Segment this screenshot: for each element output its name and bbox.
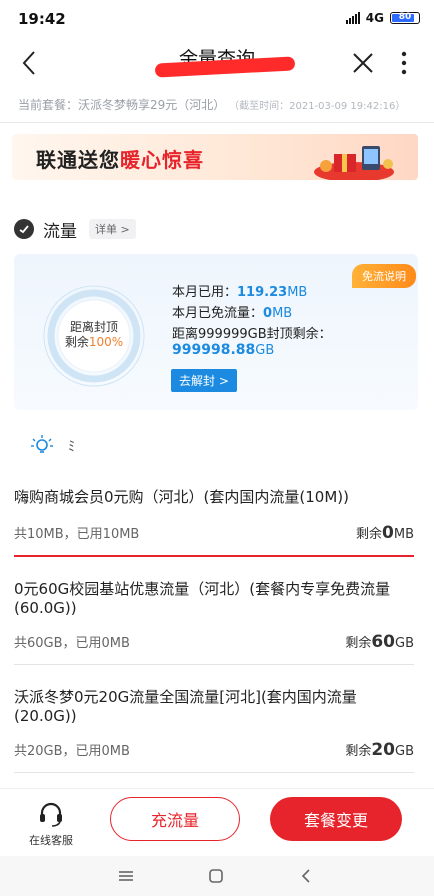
status-time: 19:42 [18,10,66,28]
item-remaining: 剩余20GB [345,740,414,760]
item-remaining: 剩余60GB [345,632,414,652]
back-nav-icon[interactable] [296,866,316,886]
headset-icon [40,802,62,827]
list-item: 嗨购商城会员0元购（河北）(套内国内流量(10M)) 共10MB，已用10MB … [14,488,414,557]
lightbulb-icon [31,435,53,453]
more-icon[interactable] [392,48,416,78]
system-nav-bar [0,856,434,896]
flow-title: 流量 [43,221,77,242]
promo-banner[interactable]: 联通送您暖心惊喜 [12,134,418,180]
gift-illustration [314,146,394,180]
status-bar: 19:42 4G 80 [0,0,434,38]
banner-text-b: 暖心惊喜 [120,148,204,172]
cap-value: 999998.88 [172,342,256,358]
banner-text-a: 联通送您 [36,148,120,172]
free-unit: MB [272,306,293,321]
used-value: 119.23 [237,285,288,300]
ring-label: 距离封顶 剩余100% [42,320,146,350]
free-label: 本月已免流量： [172,306,264,321]
menu-icon[interactable] [116,866,136,886]
divider [0,122,434,123]
free-value: 0 [263,306,273,321]
bottom-action-bar: 在线客服 充流量 套餐变更 [0,788,434,855]
list-item: 0元60G校园基站优惠流量（河北）(套餐内专享免费流量(60.0G)) 共60G… [14,580,414,665]
detail-link[interactable]: 详单 > [89,219,136,239]
flow-stats: 本月已用：119.23MB 本月已免流量：0MB 距离999999GB封顶剩余：… [172,282,332,361]
item-divider [14,772,414,773]
flow-header: 流量 详单 > [14,216,314,242]
plan-time: （截至时间：2021-03-09 19:42:16） [229,101,406,112]
list-item: 沃派冬梦0元20G流量全国流量[河北](套内国内流量(20.0G)) 共20GB… [14,688,414,773]
item-divider [14,555,414,557]
unlock-button[interactable]: 去解封 > [171,369,237,392]
tip-symbol: ﾐ [68,439,75,455]
home-icon[interactable] [206,866,226,886]
item-remaining: 剩余0MB [356,523,414,543]
used-unit: MB [287,285,308,300]
free-flow-explain-button[interactable]: 免流说明 [352,264,416,288]
network-type: 4G [365,11,384,25]
ring-text-2: 剩余 [64,335,89,349]
cap-unit: GB [255,343,275,358]
item-usage: 共10MB，已用10MB [14,527,140,542]
item-name: 嗨购商城会员0元购（河北）(套内国内流量(10M)) [14,488,349,506]
close-icon[interactable] [348,48,378,78]
ring-text-1: 距离封顶 [69,320,118,334]
current-plan: 当前套餐：沃派冬梦畅享29元（河北） （截至时间：2021-03-09 19:4… [18,96,428,113]
used-label: 本月已用： [172,285,238,300]
item-divider [14,664,414,665]
check-icon [14,219,34,239]
item-usage: 共20GB，已用0MB [14,744,130,759]
item-name: 0元60G校园基站优惠流量（河北）(套餐内专享免费流量(60.0G)) [14,580,391,617]
recharge-button[interactable]: 充流量 [110,797,240,841]
online-service-label: 在线客服 [29,834,73,847]
item-name: 沃派冬梦0元20G流量全国流量[河北](套内国内流量(20.0G)) [14,688,357,725]
banner-text: 联通送您暖心惊喜 [36,144,204,173]
online-service-button[interactable]: 在线客服 [22,799,80,848]
item-usage: 共60GB，已用0MB [14,636,130,651]
nav-bar: 余量查询 [0,38,434,88]
battery-icon: 80 [390,12,420,24]
ring-percent: 100% [88,335,124,349]
status-icons: 4G 80 [345,11,420,25]
change-plan-button[interactable]: 套餐变更 [270,797,402,841]
tip-row: ﾐ [30,434,75,458]
flow-summary-card: 距离封顶 剩余100% 本月已用：119.23MB 本月已免流量：0MB 距离9… [14,254,418,410]
plan-label: 当前套餐：沃派冬梦畅享29元（河北） [18,98,226,112]
battery-level: 80 [398,12,412,22]
signal-icon [345,12,360,24]
